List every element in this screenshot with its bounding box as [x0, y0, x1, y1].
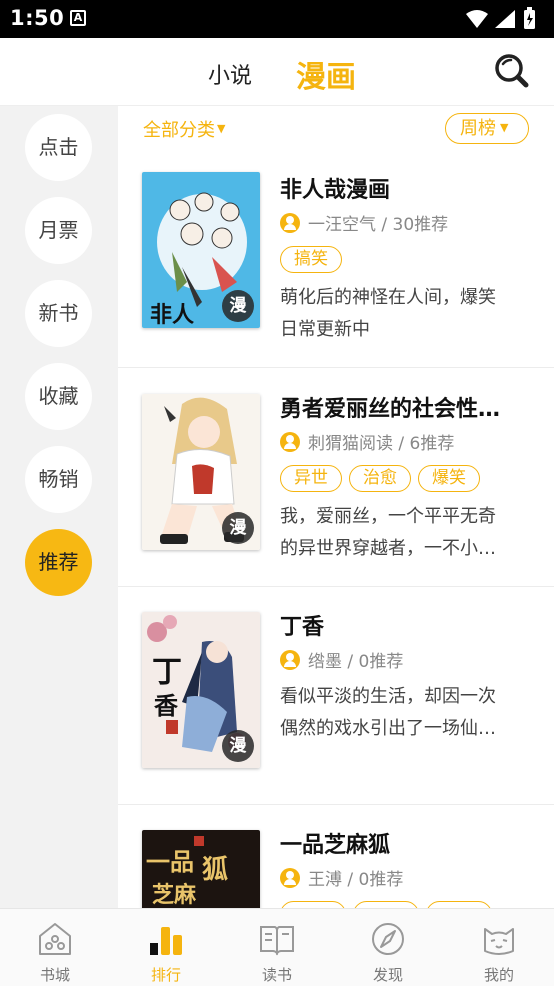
book-tag[interactable]: 治愈 [349, 465, 411, 492]
book-meta: 一汪空气 / 30推荐 [280, 210, 448, 235]
category-filter-label: 全部分类 [143, 120, 215, 141]
book-list-item[interactable]: 丁 香 漫 丁香 绺墨 / 0推荐 看似平淡的生活，却因一次 偶然的戏水引出了一… [118, 587, 554, 805]
nav-item-reading[interactable]: 读书 [222, 909, 332, 986]
book-title[interactable]: 一品芝麻狐 [280, 827, 390, 859]
ranking-icon [150, 927, 182, 955]
author-icon [280, 650, 300, 670]
book-title[interactable]: 丁香 [280, 609, 324, 641]
cover-art-yipinzhimahu: 一品 狐 芝麻 [142, 830, 260, 908]
category-filter[interactable]: 全部分类 ▼ [143, 116, 225, 142]
wifi-icon [466, 10, 488, 28]
book-meta: 刺猬猫阅读 / 6推荐 [280, 429, 454, 454]
ranking-type-sidebar: 点击 月票 新书 收藏 畅销 推荐 [0, 106, 118, 908]
comic-badge: 漫 [222, 730, 254, 762]
book-meta: 绺墨 / 0推荐 [280, 647, 403, 672]
book-recommend-count: 0推荐 [358, 870, 404, 890]
svg-text:芝麻: 芝麻 [152, 882, 197, 908]
book-author: 王溥 [308, 870, 342, 890]
book-list-item[interactable]: 非人 漫 非人哉漫画 一汪空气 / 30推荐 搞笑 萌化后的神怪在人间，爆笑 日… [118, 150, 554, 368]
compass-icon [372, 923, 404, 955]
signal-icon [495, 10, 515, 28]
side-item-clicks[interactable]: 点击 [25, 114, 92, 181]
book-recommend-count: 6推荐 [409, 434, 455, 454]
period-filter-label: 周榜 [460, 118, 496, 139]
svg-text:非人: 非人 [150, 303, 194, 328]
comic-badge: 漫 [222, 290, 254, 322]
book-description-line: 萌化后的神怪在人间，爆笑 [280, 287, 496, 308]
book-recommend-count: 0推荐 [358, 652, 404, 672]
book-recommend-count: 30推荐 [392, 215, 449, 235]
book-author: 刺猬猫阅读 [308, 434, 393, 454]
side-item-bestselling[interactable]: 畅销 [25, 446, 92, 513]
book-title[interactable]: 非人哉漫画 [280, 172, 390, 204]
book-list-item[interactable]: 一品 狐 芝麻 一品芝麻狐 王溥 / 0推荐 [118, 805, 554, 908]
book-cover[interactable]: 漫 [142, 394, 260, 550]
book-tag[interactable] [353, 901, 419, 908]
system-status-icons [466, 7, 535, 29]
nav-item-discover[interactable]: 发现 [333, 909, 443, 986]
book-description-line: 看似平淡的生活，却因一次 [280, 686, 496, 707]
book-description: 我，爱丽丝，一个平平无奇 的异世界穿越者，一不小… [280, 501, 526, 565]
book-description-line: 我，爱丽丝，一个平平无奇 [280, 506, 496, 527]
book-title[interactable]: 勇者爱丽丝的社会性… [280, 391, 500, 423]
notification-a-icon: A [70, 10, 86, 26]
side-item-monthly-ticket[interactable]: 月票 [25, 197, 92, 264]
side-item-recommended[interactable]: 推荐 [25, 529, 92, 596]
book-cover[interactable]: 丁 香 漫 [142, 612, 260, 768]
status-time: 1:50 [10, 6, 65, 30]
svg-text:香: 香 [154, 691, 179, 720]
book-cover[interactable]: 非人 漫 [142, 172, 260, 328]
nav-label: 读书 [261, 966, 292, 984]
nav-item-ranking[interactable]: 排行 [111, 909, 221, 986]
book-tag[interactable] [280, 901, 346, 908]
book-description: 萌化后的神怪在人间，爆笑 日常更新中 [280, 282, 526, 346]
side-item-favorites[interactable]: 收藏 [25, 363, 92, 430]
author-icon [280, 432, 300, 452]
caret-down-icon: ▼ [500, 121, 509, 134]
book-description-line: 的异世界穿越者，一不小… [280, 538, 496, 559]
book-tag[interactable] [426, 901, 492, 908]
period-filter[interactable]: 周榜 ▼ [445, 113, 529, 144]
nav-item-mine[interactable]: 我的 [444, 909, 554, 986]
bottom-navigation: 书城 排行 读书 发现 我的 [0, 908, 554, 986]
svg-text:狐: 狐 [202, 855, 228, 885]
nav-label: 我的 [483, 966, 514, 984]
nav-label: 发现 [372, 966, 403, 984]
top-header: 小说 漫画 [0, 38, 554, 106]
nav-label: 排行 [150, 966, 181, 984]
book-meta: 王溥 / 0推荐 [280, 865, 403, 890]
status-bar: 1:50 A [0, 0, 554, 38]
cat-face-icon [484, 928, 514, 955]
book-icon [260, 926, 294, 956]
caret-down-icon: ▼ [217, 122, 226, 135]
comic-badge: 漫 [222, 512, 254, 544]
book-description-line: 日常更新中 [280, 319, 370, 340]
nav-item-bookstore[interactable]: 书城 [0, 909, 110, 986]
book-list-item[interactable]: 漫 勇者爱丽丝的社会性… 刺猬猫阅读 / 6推荐 异世 治愈 爆笑 我，爱丽丝，一个… [118, 369, 554, 587]
svg-text:一品: 一品 [146, 847, 194, 876]
book-tags: 搞笑 [280, 246, 349, 274]
book-tag[interactable]: 异世 [280, 465, 342, 492]
book-author: 绺墨 [308, 652, 342, 672]
search-icon[interactable] [494, 52, 530, 92]
side-item-new-books[interactable]: 新书 [25, 280, 92, 347]
book-tags [280, 901, 499, 908]
svg-text:丁: 丁 [152, 655, 182, 690]
tab-novel[interactable]: 小说 [208, 58, 252, 90]
author-icon [280, 868, 300, 888]
tab-comic[interactable]: 漫画 [296, 52, 356, 96]
book-description-line: 偶然的戏水引出了一场仙… [280, 718, 496, 739]
book-tag[interactable]: 搞笑 [280, 246, 342, 273]
book-cover[interactable]: 一品 狐 芝麻 [142, 830, 260, 908]
book-tags: 异世 治愈 爆笑 [280, 465, 487, 493]
home-icon [39, 923, 71, 955]
nav-label: 书城 [39, 966, 70, 984]
book-author: 一汪空气 [308, 215, 376, 235]
book-tag[interactable]: 爆笑 [418, 465, 480, 492]
author-icon [280, 213, 300, 233]
book-description: 看似平淡的生活，却因一次 偶然的戏水引出了一场仙… [280, 681, 526, 745]
